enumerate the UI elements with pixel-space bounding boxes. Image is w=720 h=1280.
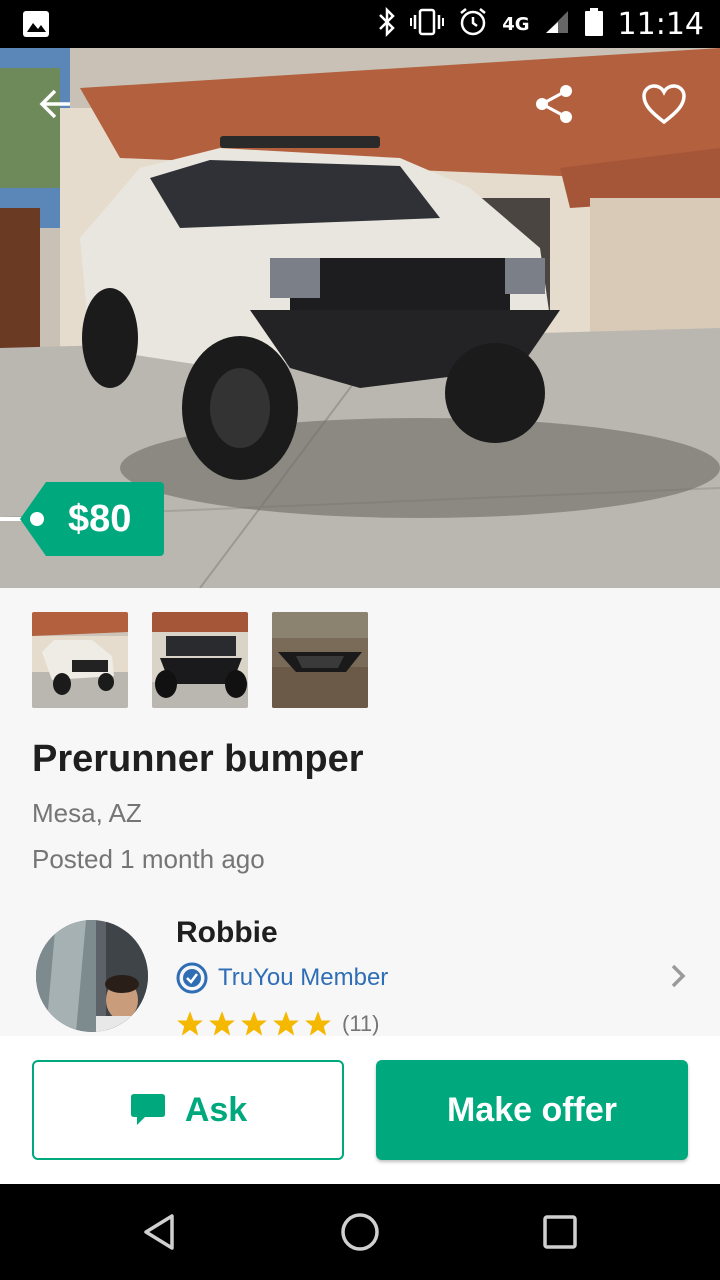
back-button[interactable] xyxy=(28,76,84,132)
square-recents-icon xyxy=(543,1215,577,1249)
share-button[interactable] xyxy=(526,76,582,132)
make-offer-button[interactable]: Make offer xyxy=(376,1060,688,1160)
price-tag-hole xyxy=(30,512,44,526)
verified-check-icon xyxy=(176,962,208,994)
action-bar: Ask Make offer xyxy=(0,1036,720,1184)
bumper-on-ground-photo xyxy=(272,612,368,708)
avatar-photo xyxy=(36,920,148,1032)
nav-back-button[interactable] xyxy=(136,1208,184,1256)
seller-avatar[interactable] xyxy=(36,920,148,1032)
posted-time: Posted 1 month ago xyxy=(32,844,265,874)
bluetooth-icon xyxy=(378,6,396,42)
rating-count: (11) xyxy=(342,1011,380,1036)
star-icon xyxy=(273,1011,299,1036)
listing-title: Prerunner bumper xyxy=(32,738,364,780)
thumbnail-2[interactable] xyxy=(152,612,248,708)
ask-label: Ask xyxy=(184,1090,248,1129)
share-icon xyxy=(536,85,572,123)
price: $80 xyxy=(68,498,132,540)
make-offer-label: Make offer xyxy=(446,1090,618,1129)
bumper-closeup-photo xyxy=(152,612,248,708)
seller-profile-row[interactable]: Robbie TruYou Member (11) xyxy=(0,908,720,1036)
alarm-icon xyxy=(458,7,488,42)
star-icon xyxy=(209,1011,235,1036)
favorite-button[interactable] xyxy=(636,76,692,132)
battery-icon xyxy=(584,7,604,42)
thumbnail-3[interactable] xyxy=(272,612,368,708)
truyou-badge: TruYou Member xyxy=(176,962,388,994)
ask-button[interactable]: Ask xyxy=(32,1060,344,1160)
nav-home-button[interactable] xyxy=(336,1208,384,1256)
nav-recents-button[interactable] xyxy=(536,1208,584,1256)
heart-icon xyxy=(642,84,686,125)
thumbnail-1[interactable] xyxy=(32,612,128,708)
network-4g-icon: 4G xyxy=(502,13,530,35)
star-icon xyxy=(177,1011,203,1036)
listing-location: Mesa, AZ xyxy=(32,798,142,828)
truck-front-photo xyxy=(32,612,128,708)
system-nav-bar xyxy=(0,1184,720,1280)
star-icon xyxy=(305,1011,331,1036)
star-icon xyxy=(241,1011,267,1036)
seller-name: Robbie xyxy=(176,916,278,949)
status-bar: 4G 11:14 xyxy=(0,0,720,48)
arrow-left-icon xyxy=(39,89,70,119)
circle-home-icon xyxy=(341,1213,379,1251)
vibrate-icon xyxy=(410,8,445,41)
signal-icon xyxy=(544,9,570,40)
photo-thumbnails xyxy=(32,612,368,708)
listing-details: Prerunner bumper Mesa, AZ Posted 1 month… xyxy=(0,588,720,1036)
chat-bubble-icon xyxy=(130,1094,165,1125)
image-notification-icon xyxy=(22,10,50,43)
seller-rating: (11) xyxy=(176,1010,380,1036)
listing-photo[interactable]: $80 xyxy=(0,48,720,588)
triangle-back-icon xyxy=(144,1214,174,1250)
truyou-label: TruYou Member xyxy=(218,964,389,991)
clock: 11:14 xyxy=(617,6,704,42)
chevron-right-icon[interactable] xyxy=(664,962,692,995)
